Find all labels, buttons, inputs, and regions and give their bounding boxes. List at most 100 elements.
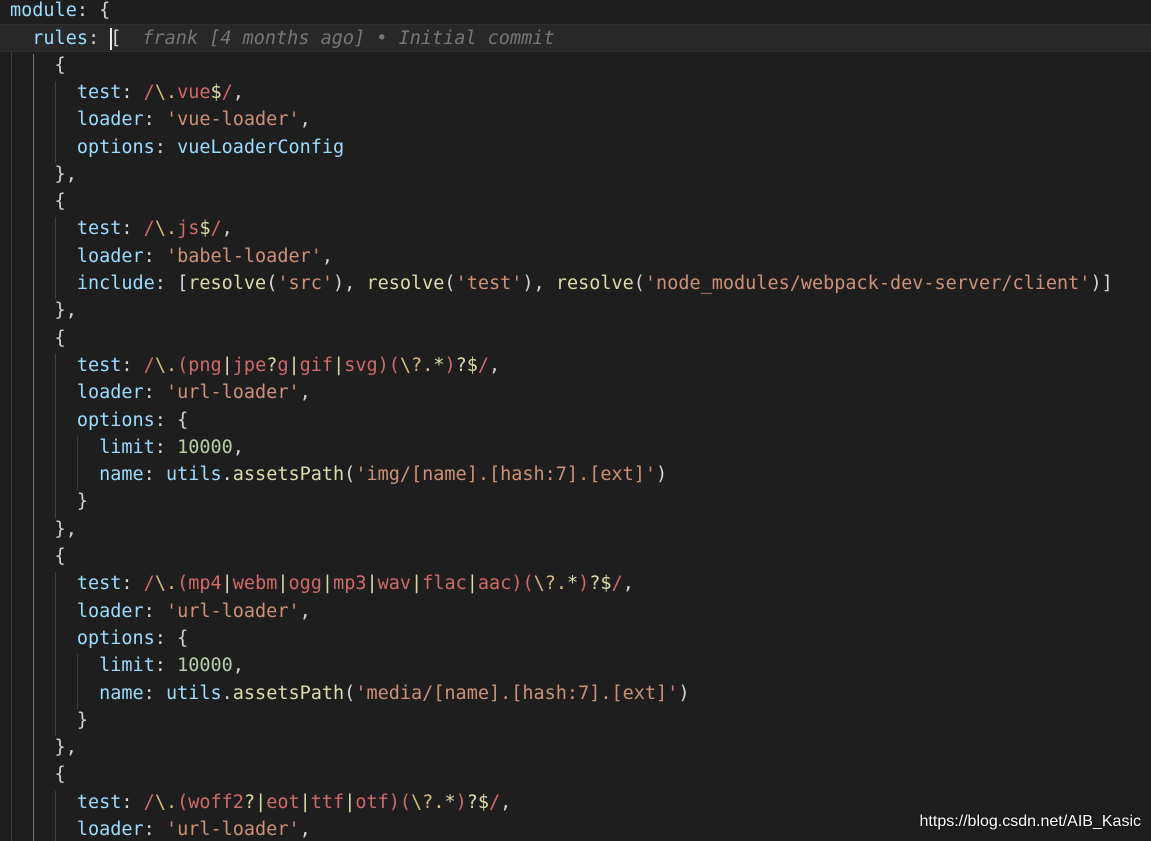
code-token: ( — [444, 273, 456, 294]
text-cursor — [110, 28, 113, 51]
code-token: test — [10, 573, 122, 595]
code-token: : — [143, 682, 166, 704]
code-token: | — [321, 573, 334, 595]
code-token: )( — [388, 791, 412, 813]
code-line: name: utils.assetsPath('media/[name].[ha… — [0, 680, 1151, 707]
code-line-text: } — [10, 707, 88, 734]
code-line: { — [0, 188, 1151, 215]
code-token: mp3 — [333, 573, 367, 595]
code-token: \? — [533, 573, 556, 595]
code-line-text: options: { — [10, 625, 188, 652]
code-token: ?$ — [455, 354, 478, 376]
code-line: test: /\.(mp4|webm|ogg|mp3|wav|flac|aac)… — [0, 570, 1151, 597]
code-line-text: test: /\.(png|jpe?g|gif|svg)(\?.*)?$/, — [10, 352, 500, 379]
code-token: test — [10, 81, 122, 103]
code-token: : [ — [154, 273, 189, 294]
code-token: }, — [10, 737, 77, 759]
code-line: } — [0, 707, 1151, 734]
code-line-text: include: [resolve('src'), resolve('test'… — [10, 270, 1113, 297]
code-token: ?$ — [466, 791, 490, 813]
code-line-text: test: /\.vue$/, — [10, 79, 244, 106]
git-blame-annotation: frank [4 months ago] • Initial commit — [142, 28, 555, 50]
code-line-text: }, — [10, 516, 77, 543]
code-token: resolve — [366, 273, 445, 294]
code-token: test — [10, 218, 122, 240]
code-token: : — [121, 573, 144, 595]
code-line: loader: 'babel-loader', — [0, 243, 1151, 270]
code-token: . — [221, 682, 233, 704]
code-token: : — [154, 436, 178, 458]
code-line: } — [0, 488, 1151, 515]
code-token: utils — [165, 682, 222, 704]
code-token: { — [10, 546, 66, 567]
code-token: | — [411, 573, 423, 595]
code-token: }, — [10, 518, 77, 540]
code-token: : — [121, 218, 144, 240]
code-token: \. — [154, 573, 178, 595]
code-token: \. — [154, 354, 178, 376]
code-token: gif — [299, 354, 334, 376]
code-line: { — [0, 761, 1151, 788]
code-token: , — [489, 354, 501, 376]
code-token: / — [143, 354, 155, 376]
code-line-text: module: { — [10, 0, 110, 24]
code-token: { — [10, 327, 66, 349]
code-line: test: /\.js$/, — [0, 215, 1151, 242]
code-line: }, — [0, 734, 1151, 761]
code-line-text: options: vueLoaderConfig — [10, 134, 344, 161]
code-token: } — [10, 709, 88, 731]
code-token: / — [143, 791, 155, 813]
code-token: vue — [177, 81, 211, 103]
code-line-text: loader: 'vue-loader', — [10, 106, 311, 133]
code-token: : — [121, 791, 144, 813]
code-token: ( — [633, 273, 645, 294]
code-token: . — [433, 791, 445, 813]
code-token: / — [143, 573, 155, 595]
code-token: : { — [154, 409, 189, 431]
code-token: | — [288, 354, 300, 376]
code-token: : { — [76, 0, 111, 21]
code-token: ) — [578, 573, 590, 595]
code-line-text: loader: 'url-loader', — [10, 598, 311, 625]
code-line: loader: 'url-loader', — [0, 598, 1151, 625]
code-token: : — [121, 81, 144, 103]
code-token: ?$ — [589, 573, 612, 595]
code-token: , — [500, 791, 512, 813]
code-editor[interactable]: module: { rules: [frank [4 months ago] •… — [0, 0, 1151, 841]
code-token: , — [299, 109, 311, 131]
code-line-text: loader: 'babel-loader', — [10, 243, 333, 270]
code-line-text: test: /\.(mp4|webm|ogg|mp3|wav|flac|aac)… — [10, 570, 634, 597]
code-token: : — [143, 382, 166, 404]
code-token: ? — [243, 791, 256, 813]
code-token: : { — [154, 627, 189, 649]
code-line-text: }, — [10, 161, 77, 188]
code-line: test: /\.(woff2?|eot|ttf|otf)(\?.*)?$/, — [0, 789, 1151, 816]
code-token: ), — [522, 273, 556, 294]
code-token: ) — [656, 464, 668, 486]
code-token: \. — [154, 81, 178, 103]
code-token: , — [232, 436, 244, 458]
code-token: , — [321, 245, 334, 267]
code-line: module: { — [0, 0, 1151, 24]
code-token: : — [143, 109, 166, 131]
code-token: test — [10, 354, 122, 376]
code-token: , — [299, 382, 311, 404]
code-token: ( — [344, 464, 356, 486]
code-token: { — [10, 764, 66, 786]
code-line-text: { — [10, 761, 66, 788]
code-token: name — [10, 464, 144, 486]
code-token: ttf — [310, 791, 345, 813]
code-line: options: vueLoaderConfig — [0, 134, 1151, 161]
code-token: vueLoaderConfig — [177, 136, 345, 158]
code-token: | — [333, 354, 345, 376]
code-token: ogg — [288, 573, 322, 595]
code-line: options: { — [0, 407, 1151, 434]
code-line-text: loader: 'url-loader', — [10, 379, 311, 406]
code-token: | — [344, 791, 356, 813]
code-token: | — [255, 791, 267, 813]
code-token: webm — [232, 573, 278, 595]
code-token: resolve — [188, 273, 267, 294]
code-token: / — [210, 218, 222, 240]
code-token: * — [567, 573, 579, 595]
code-token: ) — [455, 791, 467, 813]
